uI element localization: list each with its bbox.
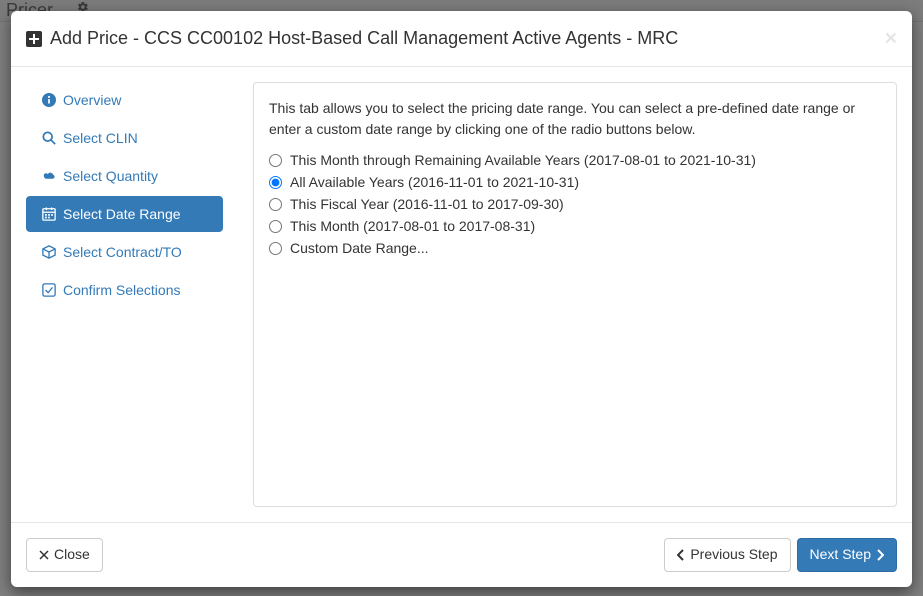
date-range-option-remaining-years[interactable]: This Month through Remaining Available Y… xyxy=(269,152,881,168)
chevron-right-icon xyxy=(876,549,884,561)
cloud-icon xyxy=(41,169,57,183)
sidebar-item-label: Select CLIN xyxy=(63,130,138,146)
sidebar-item-select-contract[interactable]: Select Contract/TO xyxy=(26,234,223,270)
add-price-modal: Add Price - CCS CC00102 Host-Based Call … xyxy=(11,11,912,587)
modal-body: Overview Select CLIN Select Quantity Sel… xyxy=(11,67,912,522)
calendar-icon xyxy=(41,207,57,221)
sidebar-item-select-clin[interactable]: Select CLIN xyxy=(26,120,223,156)
x-icon xyxy=(39,550,49,560)
plus-square-icon xyxy=(26,31,42,47)
next-step-label: Next Step xyxy=(810,545,871,565)
sidebar-item-confirm[interactable]: Confirm Selections xyxy=(26,272,223,308)
date-range-option-fiscal-year[interactable]: This Fiscal Year (2016-11-01 to 2017-09-… xyxy=(269,196,881,212)
cube-icon xyxy=(41,245,57,259)
sidebar-item-select-date-range[interactable]: Select Date Range xyxy=(26,196,223,232)
modal-header: Add Price - CCS CC00102 Host-Based Call … xyxy=(11,11,912,67)
info-circle-icon xyxy=(41,93,57,107)
date-range-panel: This tab allows you to select the pricin… xyxy=(253,82,897,507)
sidebar-item-label: Overview xyxy=(63,92,121,108)
close-button[interactable]: Close xyxy=(26,538,103,572)
close-icon[interactable]: × xyxy=(885,28,897,49)
sidebar-item-label: Select Quantity xyxy=(63,168,158,184)
radio-input[interactable] xyxy=(269,242,282,255)
radio-label: This Fiscal Year (2016-11-01 to 2017-09-… xyxy=(290,196,564,212)
close-button-label: Close xyxy=(54,545,90,565)
radio-label: This Month through Remaining Available Y… xyxy=(290,152,756,168)
modal-title: Add Price - CCS CC00102 Host-Based Call … xyxy=(26,26,678,51)
radio-input[interactable] xyxy=(269,154,282,167)
search-icon xyxy=(41,131,57,145)
modal-footer: Close Previous Step Next Step xyxy=(11,522,912,587)
radio-label: Custom Date Range... xyxy=(290,240,429,256)
modal-title-text: Add Price - CCS CC00102 Host-Based Call … xyxy=(50,26,678,51)
check-square-icon xyxy=(41,283,57,297)
previous-step-label: Previous Step xyxy=(690,545,777,565)
sidebar-item-label: Select Contract/TO xyxy=(63,244,182,260)
chevron-left-icon xyxy=(677,549,685,561)
sidebar-item-label: Confirm Selections xyxy=(63,282,181,298)
date-range-option-custom[interactable]: Custom Date Range... xyxy=(269,240,881,256)
date-range-option-all-years[interactable]: All Available Years (2016-11-01 to 2021-… xyxy=(269,174,881,190)
radio-input[interactable] xyxy=(269,198,282,211)
footer-right-group: Previous Step Next Step xyxy=(664,538,897,572)
radio-input[interactable] xyxy=(269,220,282,233)
sidebar-item-select-quantity[interactable]: Select Quantity xyxy=(26,158,223,194)
date-range-option-this-month[interactable]: This Month (2017-08-01 to 2017-08-31) xyxy=(269,218,881,234)
sidebar-item-label: Select Date Range xyxy=(63,206,181,222)
panel-intro-text: This tab allows you to select the pricin… xyxy=(269,98,881,140)
next-step-button[interactable]: Next Step xyxy=(797,538,897,572)
radio-input[interactable] xyxy=(269,176,282,189)
sidebar-item-overview[interactable]: Overview xyxy=(26,82,223,118)
radio-label: This Month (2017-08-01 to 2017-08-31) xyxy=(290,218,535,234)
date-range-options: This Month through Remaining Available Y… xyxy=(269,152,881,256)
previous-step-button[interactable]: Previous Step xyxy=(664,538,790,572)
wizard-sidebar: Overview Select CLIN Select Quantity Sel… xyxy=(26,82,223,507)
radio-label: All Available Years (2016-11-01 to 2021-… xyxy=(290,174,579,190)
